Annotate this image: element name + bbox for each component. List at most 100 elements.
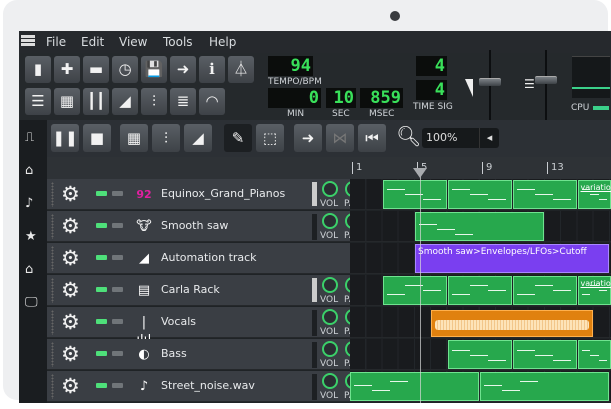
home-icon[interactable]: ⌂: [25, 262, 33, 277]
track-lane[interactable]: [350, 371, 611, 402]
pause-button[interactable]: ❚❚: [51, 124, 79, 152]
export-button[interactable]: ➜: [170, 56, 196, 83]
pattern-clip[interactable]: [447, 340, 512, 369]
drag-handle[interactable]: [51, 310, 54, 335]
track-lane[interactable]: variation: [350, 275, 611, 306]
automation-clip[interactable]: Smooth saw>Envelopes/LFOs>Cutoff: [415, 244, 609, 273]
menu-tools[interactable]: Tools: [163, 35, 193, 49]
track-lane[interactable]: [350, 339, 611, 370]
slider-handle[interactable]: [479, 78, 501, 86]
drag-handle[interactable]: [51, 374, 54, 399]
pattern-clip[interactable]: variation: [577, 180, 611, 209]
add-pattern-button[interactable]: ▦: [120, 124, 148, 152]
pattern-clip[interactable]: [382, 180, 447, 209]
gear-icon[interactable]: ⚙: [61, 278, 80, 302]
drag-handle[interactable]: [51, 182, 54, 207]
track-name[interactable]: Bass: [161, 347, 187, 360]
samples-icon[interactable]: ♪: [25, 196, 33, 211]
mute-led[interactable]: [96, 383, 107, 388]
add-automation-track-button[interactable]: ◢: [184, 124, 212, 152]
automation-editor-button[interactable]: ◢: [112, 88, 138, 115]
solo-led[interactable]: [112, 351, 123, 356]
volume-knob[interactable]: [322, 213, 338, 229]
track-name[interactable]: Equinox_Grand_Pianos: [161, 187, 285, 200]
menu-file[interactable]: File: [46, 35, 66, 49]
track-lane[interactable]: variation: [350, 179, 611, 210]
mute-led[interactable]: [96, 351, 107, 356]
track-name[interactable]: Carla Rack: [161, 283, 220, 296]
song-editor-button[interactable]: ☰: [25, 88, 51, 115]
slider-handle[interactable]: [535, 76, 557, 84]
pattern-clip[interactable]: [512, 180, 577, 209]
gear-icon[interactable]: ⚙: [61, 374, 80, 398]
add-sample-track-button[interactable]: ⫶: [152, 124, 180, 152]
volume-knob[interactable]: [322, 181, 338, 197]
menu-edit[interactable]: Edit: [81, 35, 104, 49]
mixer-button[interactable]: ⫶: [141, 88, 167, 115]
gear-icon[interactable]: ⚙: [61, 246, 80, 270]
mute-led[interactable]: [96, 287, 107, 292]
instrument-plugins-icon[interactable]: ⎍: [25, 130, 34, 145]
sample-clip[interactable]: [431, 310, 593, 337]
track-lane[interactable]: Smooth saw>Envelopes/LFOs>Cutoff: [350, 243, 611, 274]
pattern-clip[interactable]: [350, 372, 479, 401]
piano-roll-button[interactable]: ┃┃: [83, 88, 109, 115]
pattern-editor-button[interactable]: ▦: [54, 88, 80, 115]
zoom-combobox[interactable]: 100% ◂: [422, 128, 499, 148]
track-lane[interactable]: [350, 211, 611, 242]
pattern-clip[interactable]: [415, 212, 544, 241]
controller-rack-button[interactable]: ◠: [199, 88, 225, 115]
solo-led[interactable]: [112, 287, 123, 292]
drag-handle[interactable]: [51, 214, 54, 239]
project-notes-button[interactable]: ≣: [170, 88, 196, 115]
tempo-display[interactable]: 94: [268, 56, 313, 76]
track-name[interactable]: Automation track: [161, 251, 257, 264]
track-name[interactable]: Smooth saw: [161, 219, 228, 232]
volume-knob[interactable]: [322, 341, 338, 357]
presets-icon[interactable]: ★: [25, 229, 37, 244]
recent-button[interactable]: ◷: [112, 56, 138, 83]
follow-playhead-button[interactable]: ➜: [294, 124, 322, 152]
solo-led[interactable]: [112, 255, 123, 260]
loop-points-button[interactable]: ⋈: [326, 124, 354, 152]
solo-led[interactable]: [112, 191, 123, 196]
stop-button[interactable]: ■: [83, 124, 111, 152]
pattern-clip[interactable]: [447, 276, 512, 305]
volume-knob[interactable]: [322, 277, 338, 293]
select-mode-button[interactable]: ⬚: [256, 124, 284, 152]
menu-help[interactable]: Help: [209, 35, 236, 49]
new-file-button[interactable]: ▮: [25, 56, 51, 83]
drag-handle[interactable]: [51, 342, 54, 367]
track-name[interactable]: Vocals: [161, 315, 196, 328]
solo-led[interactable]: [112, 319, 123, 324]
zoom-arrow-icon[interactable]: ◂: [479, 128, 499, 148]
draw-mode-button[interactable]: ✎: [224, 124, 252, 152]
pattern-clip[interactable]: variation: [577, 276, 611, 305]
volume-knob[interactable]: [322, 373, 338, 389]
timeline-ruler[interactable]: 1 5 9 13: [47, 157, 611, 179]
mute-led[interactable]: [96, 255, 107, 260]
save-button[interactable]: 💾: [141, 56, 167, 83]
timesig-denominator[interactable]: 4: [416, 80, 447, 100]
pattern-clip[interactable]: [577, 340, 611, 369]
gear-icon[interactable]: ⚙: [61, 182, 80, 206]
computer-icon[interactable]: 🖵: [25, 295, 38, 310]
master-pitch-slider[interactable]: [535, 50, 557, 120]
pattern-clip[interactable]: [447, 180, 512, 209]
mute-led[interactable]: [96, 223, 107, 228]
track-name[interactable]: Street_noise.wav: [161, 379, 255, 392]
pattern-clip[interactable]: [512, 340, 577, 369]
open-button[interactable]: ▬: [83, 56, 109, 83]
pattern-clip[interactable]: [512, 276, 577, 305]
pattern-clip[interactable]: [382, 276, 447, 305]
mute-led[interactable]: [96, 191, 107, 196]
solo-led[interactable]: [112, 223, 123, 228]
pattern-clip[interactable]: [480, 372, 609, 401]
timesig-numerator[interactable]: 4: [416, 56, 447, 76]
drag-handle[interactable]: [51, 278, 54, 303]
info-button[interactable]: ℹ: [199, 56, 225, 83]
track-lane[interactable]: [350, 307, 611, 338]
mute-led[interactable]: [96, 319, 107, 324]
gear-icon[interactable]: ⚙: [61, 310, 80, 334]
projects-icon[interactable]: ⌂: [25, 163, 33, 178]
